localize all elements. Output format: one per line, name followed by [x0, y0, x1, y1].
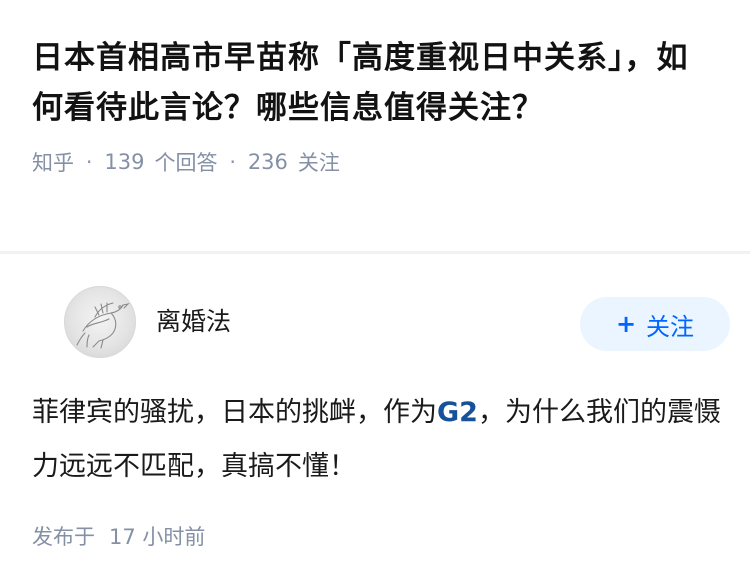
question-header: 日本首相高市早苗称「高度重视日中关系」，如何看待此言论？哪些信息值得关注？ 知乎… [0, 0, 750, 251]
follow-button-label: 关注 [646, 312, 695, 341]
answer-count-label: 个回答 [154, 151, 218, 175]
follower-count-label: 关注 [297, 151, 340, 175]
zhihu-question-page: 日本首相高市早苗称「高度重视日中关系」，如何看待此言论？哪些信息值得关注？ 知乎… [0, 0, 750, 582]
question-meta: 知乎 · 139 个回答 · 236 关注 [32, 147, 718, 177]
follow-button[interactable]: + 关注 [580, 297, 730, 351]
author-row: 离婚法 + 关注 [32, 254, 730, 364]
meta-separator: · [229, 150, 236, 174]
publish-label: 发布于 [32, 525, 95, 549]
question-title[interactable]: 日本首相高市早苗称「高度重视日中关系」，如何看待此言论？哪些信息值得关注？ [32, 33, 718, 133]
g2-link[interactable]: G2 [437, 397, 478, 428]
answer-content[interactable]: 菲律宾的骚扰，日本的挑衅，作为G2，为什么我们的震慑力远远不匹配，真搞不懂！ [32, 386, 722, 494]
source-label[interactable]: 知乎 [32, 147, 74, 177]
follower-count: 236 [247, 150, 288, 174]
plus-icon: + [615, 310, 637, 338]
meta-separator: · [86, 150, 93, 174]
answer-count: 139 [104, 150, 145, 174]
answer-timestamp: 发布于 17 小时前 [32, 521, 205, 551]
answer-text-start: 菲律宾的骚扰，日本的挑衅，作为 [32, 397, 437, 428]
avatar[interactable] [64, 286, 136, 358]
author-name[interactable]: 离婚法 [156, 302, 231, 338]
bird-sketch-icon [76, 302, 130, 349]
answer-card: 离婚法 + 关注 菲律宾的骚扰，日本的挑衅，作为G2，为什么我们的震慑力远远不匹… [0, 254, 750, 549]
publish-time: 17 小时前 [109, 525, 206, 549]
